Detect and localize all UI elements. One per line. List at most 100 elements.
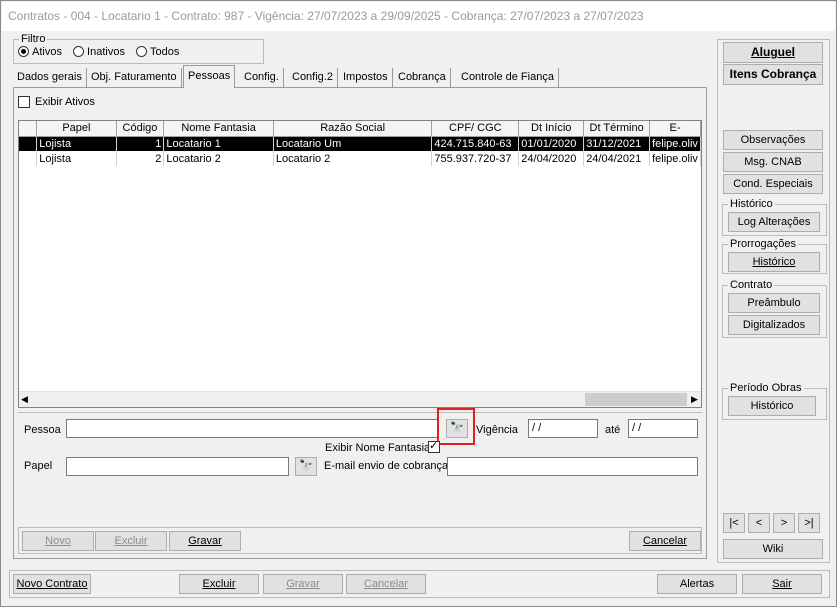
cell-papel: Lojista: [36, 151, 117, 166]
filter-group: Filtro Ativos Inativos Todos: [13, 32, 264, 64]
cell-nome-fantasia: Locatario 2: [163, 151, 274, 166]
cell-razao-social: Locatario 2: [273, 151, 433, 166]
exibir-nome-fantasia-checkbox[interactable]: [428, 439, 440, 453]
papel-search-button[interactable]: 🔭: [295, 457, 317, 476]
email-cobranca-label: E-mail envio de cobrança: [324, 460, 449, 472]
radio-icon: [136, 46, 148, 57]
form-separator: [18, 412, 702, 413]
papel-input[interactable]: [66, 457, 289, 476]
cell-razao-social: Locatario Um: [273, 136, 433, 151]
pessoa-input[interactable]: [66, 419, 438, 438]
pessoa-cancelar-button[interactable]: Cancelar: [629, 531, 701, 551]
wiki-button[interactable]: Wiki: [723, 539, 823, 559]
cond-especiais-button[interactable]: Cond. Especiais: [723, 174, 823, 194]
novo-contrato-button[interactable]: Novo Contrato: [13, 574, 91, 594]
grid-header-row: Papel Código Nome Fantasia Razão Social …: [19, 121, 701, 137]
tab-controle-fianca[interactable]: Controle de Fiança: [457, 68, 559, 87]
preambulo-button[interactable]: Preâmbulo: [728, 293, 820, 313]
exibir-ativos-label: Exibir Ativos: [35, 96, 95, 108]
historico-legend: Histórico: [728, 197, 775, 211]
prorrogacoes-historico-button[interactable]: Histórico: [728, 252, 820, 272]
cancelar-contrato-button[interactable]: Cancelar: [346, 574, 426, 594]
radio-icon: [73, 46, 85, 57]
sair-button[interactable]: Sair: [742, 574, 822, 594]
nav-prev-button[interactable]: <: [748, 513, 770, 533]
tab-dados-gerais[interactable]: Dados gerais: [13, 68, 87, 87]
nav-last-button[interactable]: >|: [798, 513, 820, 533]
window-title: Contratos - 004 - Locatario 1 - Contrato…: [2, 2, 835, 31]
col-header-razao-social[interactable]: Razão Social: [273, 121, 433, 137]
tab-config2[interactable]: Config.2: [288, 68, 338, 87]
cell-dt-termino: 24/04/2021: [583, 151, 651, 166]
table-row[interactable]: Lojista 2 Locatario 2 Locatario 2 755.93…: [19, 151, 701, 166]
binoculars-icon: 🔭: [299, 460, 313, 472]
ate-label: até: [605, 424, 621, 436]
cell-nome-fantasia: Locatario 1: [163, 136, 274, 151]
scroll-right-icon[interactable]: ▶: [691, 394, 698, 405]
pessoa-label: Pessoa: [24, 424, 61, 436]
row-indicator: [19, 151, 38, 166]
row-indicator-header: [19, 121, 38, 137]
observacoes-button[interactable]: Observações: [723, 130, 823, 150]
papel-label: Papel: [24, 460, 53, 472]
cell-cpf: 424.715.840-63: [431, 136, 520, 151]
highlight-box: [437, 408, 475, 445]
filter-radio-ativos[interactable]: Ativos: [18, 46, 62, 58]
nav-next-button[interactable]: >: [773, 513, 795, 533]
col-header-dt-inicio[interactable]: Dt Início: [518, 121, 585, 137]
scroll-left-icon[interactable]: ◀: [21, 394, 28, 405]
col-header-codigo[interactable]: Código: [116, 121, 165, 137]
cell-email: felipe.oliv: [649, 136, 701, 151]
table-row[interactable]: Lojista 1 Locatario 1 Locatario Um 424.7…: [19, 136, 701, 151]
filter-options: Ativos Inativos Todos: [18, 46, 179, 58]
row-indicator: [19, 136, 38, 151]
aluguel-button[interactable]: Aluguel: [723, 42, 823, 63]
col-header-cpf-cgc[interactable]: CPF/ CGC: [431, 121, 520, 137]
col-header-email[interactable]: E-: [649, 121, 701, 137]
scroll-thumb[interactable]: [585, 393, 687, 406]
radio-selected-icon: [18, 46, 29, 57]
cell-codigo: 1: [116, 136, 165, 151]
alertas-button[interactable]: Alertas: [657, 574, 737, 594]
tab-pessoas[interactable]: Pessoas: [183, 65, 236, 88]
log-alteracoes-button[interactable]: Log Alterações: [728, 212, 820, 232]
exibir-nome-fantasia-label: Exibir Nome Fantasia: [325, 442, 431, 454]
cell-papel: Lojista: [36, 136, 117, 151]
col-header-papel[interactable]: Papel: [36, 121, 117, 137]
tab-obj-faturamento[interactable]: Obj. Faturamento: [87, 68, 182, 87]
digitalizados-button[interactable]: Digitalizados: [728, 315, 820, 335]
msg-cnab-button[interactable]: Msg. CNAB: [723, 152, 823, 172]
pessoa-gravar-button[interactable]: Gravar: [169, 531, 241, 551]
pessoa-novo-button[interactable]: Novo: [22, 531, 94, 551]
tab-impostos[interactable]: Impostos: [339, 68, 393, 87]
prorrogacoes-legend: Prorrogações: [728, 237, 799, 251]
tab-cobranca[interactable]: Cobrança: [394, 68, 451, 87]
tab-config[interactable]: Config.: [240, 68, 284, 87]
gravar-contrato-button[interactable]: Gravar: [263, 574, 343, 594]
contrato-legend: Contrato: [728, 278, 775, 292]
pessoas-grid: Papel Código Nome Fantasia Razão Social …: [18, 120, 702, 408]
filter-radio-inativos[interactable]: Inativos: [73, 46, 125, 58]
excluir-contrato-button[interactable]: Excluir: [179, 574, 259, 594]
cell-email: felipe.oliv: [649, 151, 701, 166]
pessoas-table: Papel Código Nome Fantasia Razão Social …: [19, 121, 701, 166]
periodo-obras-legend: Período Obras: [728, 381, 804, 395]
filter-legend: Filtro: [19, 32, 48, 46]
grid-horizontal-scrollbar[interactable]: ◀ ▶: [19, 391, 701, 407]
vigencia-de-input[interactable]: / /: [528, 419, 598, 438]
col-header-dt-termino[interactable]: Dt Término: [583, 121, 651, 137]
vigencia-ate-input[interactable]: / /: [628, 419, 698, 438]
email-cobranca-input[interactable]: [447, 457, 698, 476]
filter-radio-todos[interactable]: Todos: [136, 46, 179, 58]
contracts-window: Contratos - 004 - Locatario 1 - Contrato…: [0, 0, 837, 607]
pessoa-excluir-button[interactable]: Excluir: [95, 531, 167, 551]
itens-cobranca-button[interactable]: Itens Cobrança: [723, 64, 823, 85]
cell-dt-termino: 31/12/2021: [583, 136, 651, 151]
cell-codigo: 2: [116, 151, 165, 166]
col-header-nome-fantasia[interactable]: Nome Fantasia: [163, 121, 274, 137]
nav-first-button[interactable]: |<: [723, 513, 745, 533]
exibir-ativos-checkbox[interactable]: [18, 96, 30, 108]
cell-dt-inicio: 24/04/2020: [518, 151, 585, 166]
cell-dt-inicio: 01/01/2020: [518, 136, 585, 151]
periodo-obras-historico-button[interactable]: Histórico: [728, 396, 816, 416]
